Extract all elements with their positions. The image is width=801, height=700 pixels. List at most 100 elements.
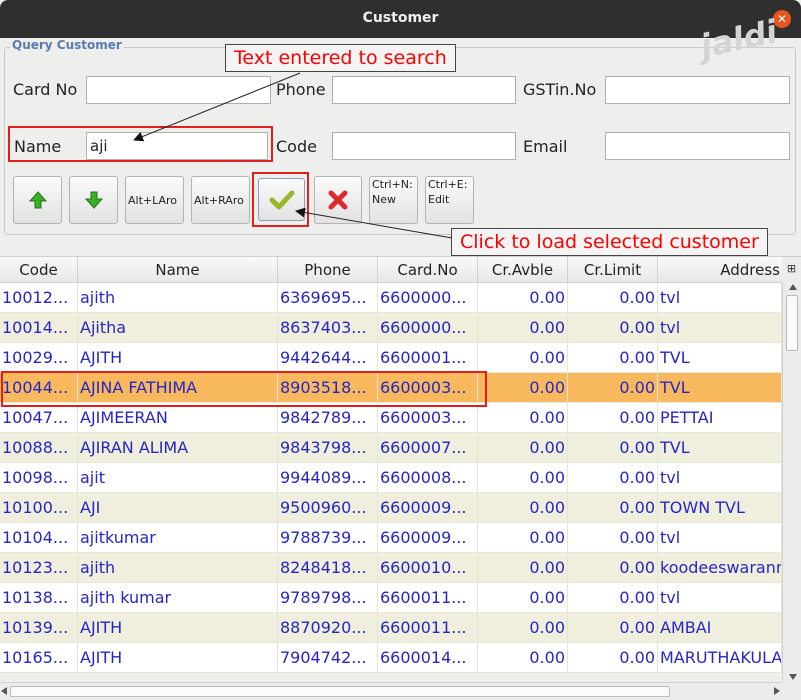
table-row[interactable]: 10138... ajith kumar 9789798... 6600011... 0…: [0, 583, 782, 613]
cell-phone: 9788739...: [278, 523, 378, 553]
cell-phone: 9789798...: [278, 583, 378, 613]
cell-address: tvl: [658, 463, 782, 493]
cell-cr-avble: 0.00: [478, 433, 568, 463]
col-header-cr-avble[interactable]: Cr.Avble: [478, 257, 568, 283]
cell-name: AJITH: [78, 343, 278, 373]
cell-code: 10029...: [0, 343, 78, 373]
table-row[interactable]: 10123... ajith 8248418... 6600010... 0.00 0.0…: [0, 553, 782, 583]
cell-address: TOWN TVL: [658, 493, 782, 523]
table-header: Code Name Phone Card.No Cr.Avble Cr.Limi…: [0, 256, 801, 283]
cell-phone: 8248418...: [278, 553, 378, 583]
scroll-down-icon[interactable]: [789, 674, 797, 680]
cell-code: 10139...: [0, 613, 78, 643]
cell-address: koodeeswarann: [658, 553, 782, 583]
cell-cr-avble: 0.00: [478, 553, 568, 583]
cell-cr-avble: 0.00: [478, 523, 568, 553]
cell-card-no: 6600001...: [378, 343, 478, 373]
cell-name: ajith: [78, 283, 278, 313]
cell-name: ajit: [78, 463, 278, 493]
scroll-up-icon[interactable]: [789, 284, 797, 290]
scroll-left-icon[interactable]: [1, 687, 7, 695]
cell-cr-avble: 0.00: [478, 313, 568, 343]
cell-code: 10123...: [0, 553, 78, 583]
cell-name: ajith kumar: [78, 583, 278, 613]
scrollbar-corner: [782, 682, 801, 700]
customer-table: 10012... ajith 6369695... 6600000... 0.00 0.0…: [0, 283, 782, 682]
cell-cr-avble: 0.00: [478, 643, 568, 673]
cell-cr-limit: 0.00: [568, 313, 658, 343]
horizontal-scrollbar[interactable]: [0, 682, 782, 700]
cell-cr-limit: 0.00: [568, 433, 658, 463]
cell-cr-avble: 0.00: [478, 583, 568, 613]
cell-code: 10138...: [0, 583, 78, 613]
cell-card-no: 6600000...: [378, 313, 478, 343]
cell-name: Ajitha: [78, 313, 278, 343]
cell-name: AJIRAN ALIMA: [78, 433, 278, 463]
cell-cr-limit: 0.00: [568, 553, 658, 583]
col-header-phone[interactable]: Phone: [278, 257, 378, 283]
table-row[interactable]: 10139... AJITH 8870920... 6600011... 0.00 0.0…: [0, 613, 782, 643]
cell-code: 10165...: [0, 643, 78, 673]
cell-code: 10014...: [0, 313, 78, 343]
cell-cr-limit: 0.00: [568, 373, 658, 403]
column-menu-icon[interactable]: ⊞: [782, 257, 801, 283]
vertical-scroll-thumb[interactable]: [786, 295, 798, 351]
table-row[interactable]: 10088... AJIRAN ALIMA 9843798... 6600007...…: [0, 433, 782, 463]
cell-cr-avble: 0.00: [478, 493, 568, 523]
cell-address: TVL: [658, 433, 782, 463]
cell-card-no: 6600000...: [378, 283, 478, 313]
col-header-address[interactable]: Address: [658, 257, 782, 283]
cell-code: 10047...: [0, 403, 78, 433]
cell-cr-limit: 0.00: [568, 613, 658, 643]
cell-address: tvl: [658, 583, 782, 613]
cell-card-no: 6600009...: [378, 523, 478, 553]
cell-cr-avble: 0.00: [478, 463, 568, 493]
cell-address: PETTAI: [658, 403, 782, 433]
cell-cr-limit: 0.00: [568, 403, 658, 433]
selected-row-highlight-box: [1, 371, 487, 407]
table-row[interactable]: 10098... ajit 9944089... 6600008... 0.00 0.00…: [0, 463, 782, 493]
scroll-right-icon[interactable]: [774, 687, 780, 695]
cell-code: 10104...: [0, 523, 78, 553]
vertical-scrollbar[interactable]: [782, 283, 801, 682]
cell-cr-limit: 0.00: [568, 493, 658, 523]
cell-cr-limit: 0.00: [568, 643, 658, 673]
cell-code: 10012...: [0, 283, 78, 313]
cell-address: TVL: [658, 343, 782, 373]
table-row[interactable]: 10104... ajitkumar 9788739... 6600009... 0.0…: [0, 523, 782, 553]
col-header-card-no[interactable]: Card.No: [378, 257, 478, 283]
cell-phone: 8637403...: [278, 313, 378, 343]
cell-phone: 9442644...: [278, 343, 378, 373]
cell-code: 10098...: [0, 463, 78, 493]
cell-card-no: 6600014...: [378, 643, 478, 673]
table-row[interactable]: 10014... Ajitha 8637403... 6600000... 0.00 0.…: [0, 313, 782, 343]
cell-phone: 9944089...: [278, 463, 378, 493]
table-row[interactable]: 10012... ajith 6369695... 6600000... 0.00 0.0…: [0, 283, 782, 313]
cell-card-no: 6600009...: [378, 493, 478, 523]
cell-code: 10088...: [0, 433, 78, 463]
cell-phone: 9500960...: [278, 493, 378, 523]
col-header-code[interactable]: Code: [0, 257, 78, 283]
cell-code: 10100...: [0, 493, 78, 523]
col-header-name[interactable]: Name: [78, 257, 278, 283]
cell-cr-limit: 0.00: [568, 343, 658, 373]
col-header-cr-limit[interactable]: Cr.Limit: [568, 257, 658, 283]
cell-phone: 6369695...: [278, 283, 378, 313]
table-row[interactable]: 10029... AJITH 9442644... 6600001... 0.00 0.0…: [0, 343, 782, 373]
table-row[interactable]: 10047... AJIMEERAN 9842789... 6600003... 0.0…: [0, 403, 782, 433]
cell-address: tvl: [658, 523, 782, 553]
cell-card-no: 6600003...: [378, 403, 478, 433]
table-row[interactable]: 10165... AJITH 7904742... 6600014... 0.00 0.0…: [0, 643, 782, 673]
cell-cr-limit: 0.00: [568, 283, 658, 313]
horizontal-scroll-thumb[interactable]: [10, 686, 670, 697]
cell-cr-avble: 0.00: [478, 403, 568, 433]
cell-cr-avble: 0.00: [478, 283, 568, 313]
cell-cr-limit: 0.00: [568, 583, 658, 613]
cell-name: AJI: [78, 493, 278, 523]
cell-card-no: 6600011...: [378, 583, 478, 613]
cell-phone: 8870920...: [278, 613, 378, 643]
cell-cr-avble: 0.00: [478, 373, 568, 403]
cell-cr-limit: 0.00: [568, 463, 658, 493]
table-row[interactable]: 10100... AJI 9500960... 6600009... 0.00 0.00 T…: [0, 493, 782, 523]
cell-name: AJIMEERAN: [78, 403, 278, 433]
